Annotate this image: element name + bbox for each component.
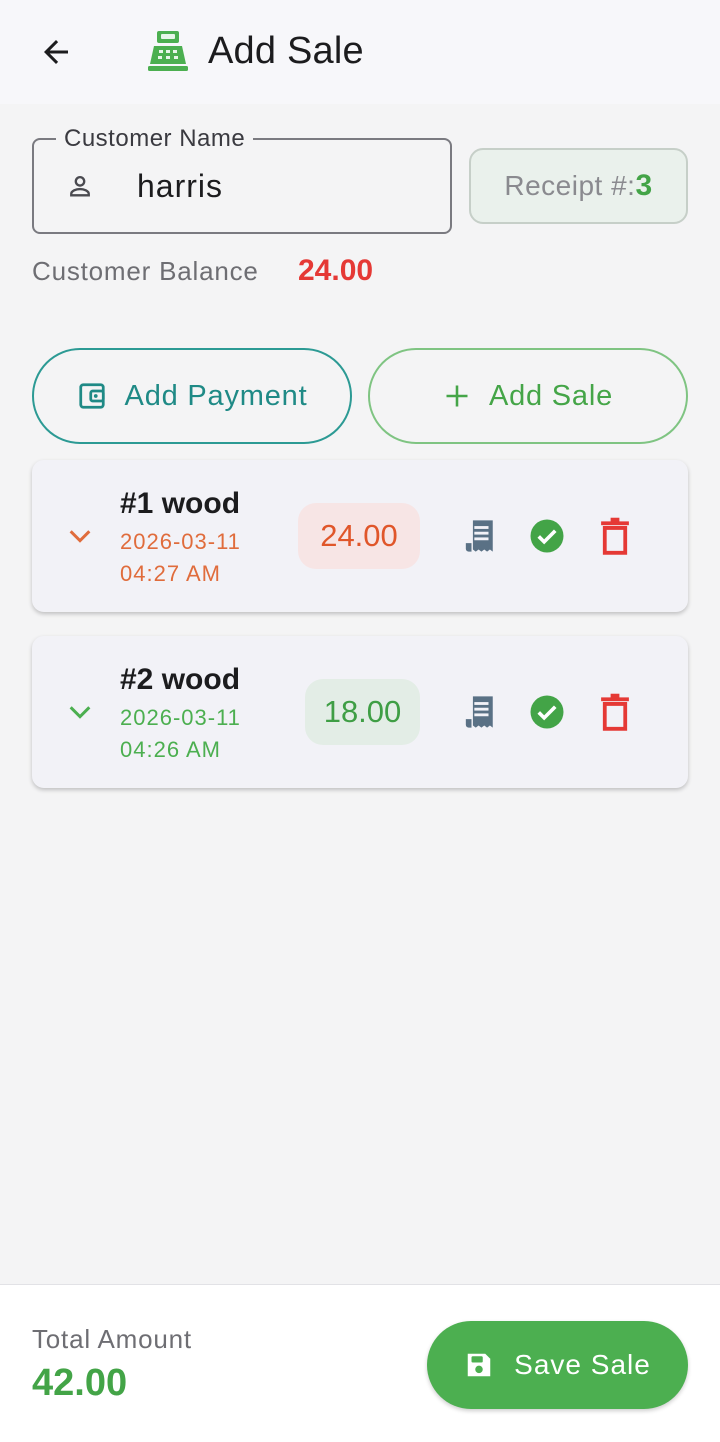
sale-item-datetime: 2026-03-11 04:27 AM [120, 526, 241, 590]
customer-balance-value: 24.00 [298, 254, 374, 287]
receipt-number: 3 [635, 169, 653, 202]
customer-balance-label: Customer Balance [32, 256, 259, 286]
add-payment-button[interactable]: Add Payment [32, 348, 352, 444]
receipt-label: Receipt #: [504, 170, 636, 201]
cash-register-icon [148, 31, 188, 71]
total-amount-value: 42.00 [32, 1362, 128, 1404]
check-circle-icon [530, 519, 564, 553]
sale-item-title: #1 wood [120, 487, 241, 520]
person-icon [70, 175, 90, 197]
plus-icon [446, 385, 468, 407]
check-circle-icon [530, 695, 564, 729]
customer-name-label: Customer Name [56, 124, 254, 154]
sale-item-time: 04:27 AM [120, 561, 221, 586]
arrow-left-icon [44, 40, 68, 64]
chevron-down-icon[interactable] [66, 522, 94, 550]
add-payment-label: Add Payment [124, 379, 308, 412]
delete-button[interactable] [596, 693, 634, 731]
receipt-icon [465, 520, 493, 552]
add-sale-label: Add Sale [488, 379, 614, 412]
sale-item-time: 04:26 AM [120, 737, 221, 762]
sale-item-datetime: 2026-03-11 04:26 AM [120, 702, 241, 766]
total-amount-label: Total Amount [32, 1324, 192, 1354]
add-sale-button[interactable]: Add Sale [368, 348, 688, 444]
save-sale-button[interactable]: Save Sale [427, 1321, 688, 1409]
page-title: Add Sale [208, 30, 364, 72]
save-sale-label: Save Sale [514, 1349, 651, 1380]
mark-paid-button[interactable] [528, 517, 566, 555]
receipt-button[interactable] [461, 693, 499, 731]
delete-button[interactable] [596, 517, 634, 555]
mark-paid-button[interactable] [528, 693, 566, 731]
sale-item-card[interactable]: #1 wood 2026-03-11 04:27 AM 24.00 [32, 460, 688, 612]
customer-name-input[interactable]: harris [137, 166, 223, 206]
sale-item-amount: 24.00 [298, 503, 420, 569]
receipt-icon [465, 696, 493, 728]
trash-icon [601, 693, 629, 731]
chevron-down-icon[interactable] [66, 698, 94, 726]
sale-item-amount: 18.00 [305, 679, 420, 745]
app-bar: Add Sale [0, 0, 720, 104]
sale-item-card[interactable]: #2 wood 2026-03-11 04:26 AM 18.00 [32, 636, 688, 788]
receipt-number-chip: Receipt #: 3 [469, 148, 688, 224]
back-button[interactable] [30, 26, 82, 78]
save-icon [467, 1353, 491, 1377]
sale-item-date: 2026-03-11 [120, 529, 241, 554]
trash-icon [601, 517, 629, 555]
receipt-button[interactable] [461, 517, 499, 555]
sale-item-date: 2026-03-11 [120, 705, 241, 730]
wallet-icon [78, 383, 105, 409]
sale-item-title: #2 wood [120, 663, 241, 696]
